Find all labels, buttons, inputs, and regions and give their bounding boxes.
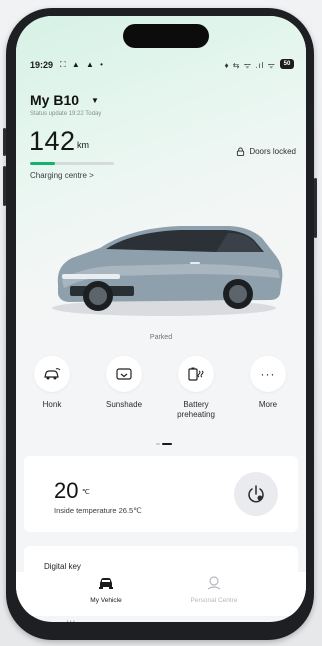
honk-label: Honk: [42, 400, 62, 409]
lock-icon: [237, 147, 245, 156]
chevron-down-icon[interactable]: ▼: [91, 96, 99, 105]
tab-bar: My Vehicle Personal Centre: [16, 572, 306, 616]
notification-icons: ⛶ ▲ ▲ •: [60, 60, 105, 69]
home-icon[interactable]: ○: [154, 618, 161, 622]
honk-button[interactable]: Honk: [22, 356, 82, 410]
climate-card[interactable]: 20 ℃ Inside temperature 26.5℃: [24, 456, 298, 532]
status-update: Status update 19:22 Today: [30, 111, 102, 117]
tab-personal-centre[interactable]: Personal Centre: [169, 576, 259, 604]
battery-preheat-icon: [188, 367, 204, 381]
doors-status-label: Doors locked: [249, 147, 296, 156]
climate-icon: [248, 485, 264, 503]
range-value: 142: [29, 126, 76, 156]
sunshade-button[interactable]: Sunshade: [94, 356, 154, 410]
status-bar: 19:29 ⛶ ▲ ▲ • ♦ ⇆ ᯤ .ıl ᯤ 50: [30, 59, 294, 74]
quick-controls: Honk Sunshade Battery preheating ··· Mor…: [16, 356, 306, 436]
temperature-unit: ℃: [82, 489, 90, 496]
power-button: [314, 178, 317, 238]
vehicle-image[interactable]: B10: [40, 206, 288, 326]
charging-centre-link[interactable]: Charging centre >: [30, 171, 94, 180]
more-label: More: [258, 400, 278, 409]
battery-preheating-label: Battery preheating: [177, 400, 215, 419]
volume-button: [3, 166, 6, 206]
tab-my-vehicle[interactable]: My Vehicle: [61, 576, 151, 604]
temperature-setting: 20: [54, 478, 79, 503]
status-time: 19:29: [30, 60, 54, 70]
person-icon: [207, 576, 221, 590]
car-icon: [99, 578, 113, 589]
sunshade-icon: [116, 368, 132, 380]
digital-key-title: Digital key: [44, 562, 81, 571]
control-circle[interactable]: [34, 356, 70, 392]
back-icon[interactable]: <: [242, 618, 249, 622]
doors-status[interactable]: Doors locked: [236, 147, 296, 156]
vehicle-name[interactable]: My B10: [30, 92, 79, 108]
battery-preheating-button[interactable]: Battery preheating: [166, 356, 226, 420]
page-indicator-active: [162, 443, 172, 445]
android-nav-bar: ||| ○ <: [16, 616, 306, 622]
climate-power-button[interactable]: [234, 472, 278, 516]
range-bar-fill: [30, 162, 56, 165]
signal-icons: ♦ ⇆ ᯤ .ıl ᯤ: [224, 61, 276, 70]
car-horn-icon: [44, 368, 61, 380]
control-circle[interactable]: ···: [250, 356, 286, 392]
more-button[interactable]: ··· More: [238, 356, 298, 410]
volume-button: [3, 128, 6, 156]
page-indicator-inactive: [156, 443, 160, 445]
recent-apps-icon[interactable]: |||: [66, 618, 75, 622]
range-unit: km: [77, 140, 89, 150]
inside-temperature: Inside temperature 26.5℃: [54, 506, 142, 515]
control-circle[interactable]: [178, 356, 214, 392]
parked-status: Parked: [149, 334, 173, 341]
tab-my-vehicle-label: My Vehicle: [90, 597, 122, 604]
dynamic-island: [123, 24, 209, 48]
more-icon: ···: [260, 367, 276, 381]
tab-personal-centre-label: Personal Centre: [190, 597, 238, 604]
range-bar: [30, 162, 114, 165]
sunshade-label: Sunshade: [105, 400, 143, 409]
battery-icon: 50: [280, 59, 294, 69]
control-circle[interactable]: [106, 356, 142, 392]
app-screen: 19:29 ⛶ ▲ ▲ • ♦ ⇆ ᯤ .ıl ᯤ 50 My B10 ▼ St…: [16, 16, 306, 622]
